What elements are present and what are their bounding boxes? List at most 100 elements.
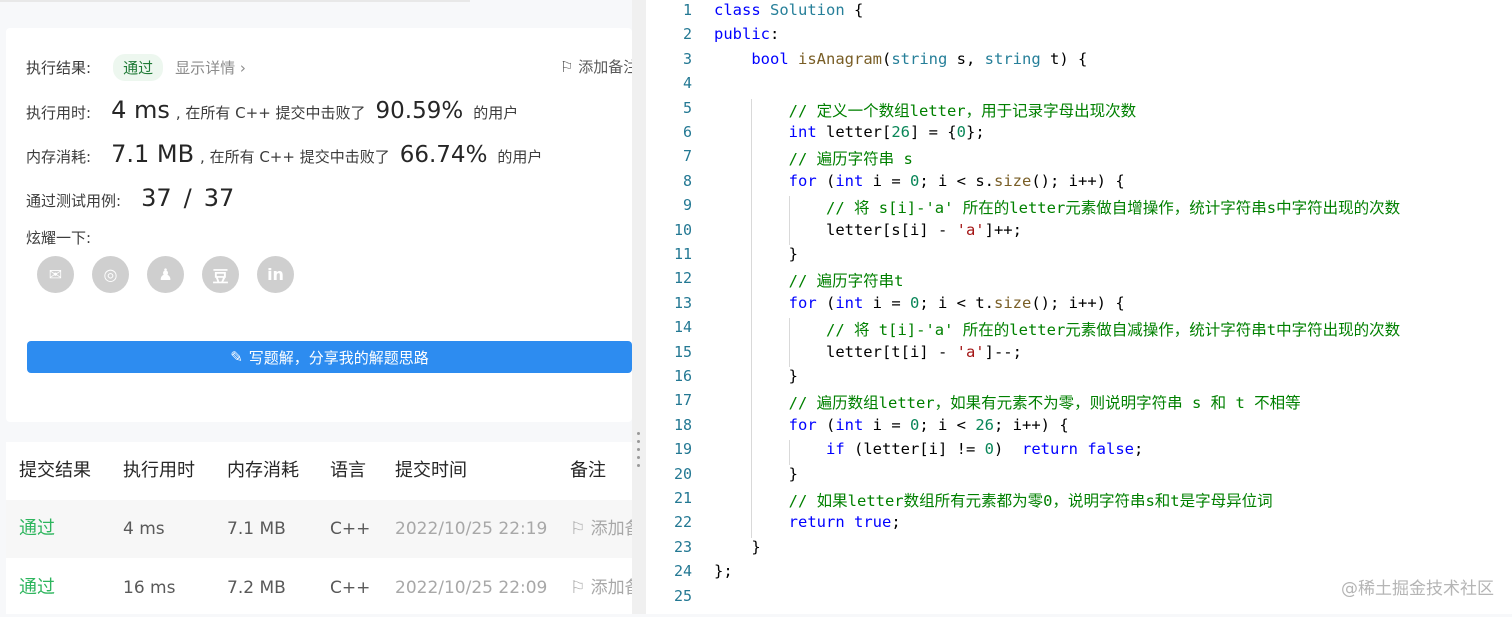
runtime-value: 4 ms <box>111 96 170 124</box>
share-row: 炫耀一下: <box>26 227 91 248</box>
drag-handle-icon <box>637 432 641 472</box>
result-label: 执行结果: <box>26 59 92 77</box>
linkedin-icon[interactable]: in <box>257 256 294 293</box>
row-runtime: 4 ms <box>123 519 165 539</box>
line-number: 6 <box>682 123 692 141</box>
table-row[interactable]: 通过 4 ms 7.1 MB C++ 2022/10/25 22:19 ⚐ 添加… <box>6 500 632 558</box>
result-panel: 执行结果: 通过 显示详情 › ⚐ 添加备注 执行用时: 4 ms , 在所有 … <box>0 0 632 614</box>
pencil-icon: ✎ <box>230 348 243 366</box>
line-number: 3 <box>682 49 692 68</box>
line-number: 15 <box>673 342 692 361</box>
testcases-row: 通过测试用例: 37 / 37 <box>26 184 234 212</box>
testcases-total: 37 <box>203 184 235 212</box>
code-line: // 将 s[i]-'a' 所在的letter元素做自增操作，统计字符串s中字符… <box>825 199 1401 218</box>
code-line: letter[t[i] - 'a']--; <box>714 342 1022 361</box>
panel-resize-handle[interactable] <box>632 0 646 614</box>
code-line: } <box>714 464 798 483</box>
memory-percent: 66.74% <box>399 142 488 168</box>
row-add-note-label: 添加备注 <box>590 578 632 598</box>
add-note-label: 添加备注 <box>578 58 632 76</box>
line-number: 19 <box>673 440 692 459</box>
row-add-note[interactable]: ⚐ 添加备注 <box>570 500 632 558</box>
memory-beat-text: , 在所有 C++ 提交中击败了 <box>200 148 390 166</box>
line-number: 25 <box>673 586 692 605</box>
wechat-icon[interactable]: ✉ <box>37 256 74 293</box>
flag-icon: ⚐ <box>570 578 591 598</box>
line-number: 18 <box>673 415 692 434</box>
code-line: }; <box>714 562 733 581</box>
memory-label: 内存消耗: <box>26 148 92 166</box>
row-language: C++ <box>330 578 371 598</box>
code-line: for (int i = 0; i < s.size(); i++) { <box>788 171 1125 190</box>
testcases-passed: 37 <box>141 184 172 212</box>
line-number: 22 <box>673 513 692 532</box>
row-memory: 7.2 MB <box>227 578 286 598</box>
result-card: 执行结果: 通过 显示详情 › ⚐ 添加备注 执行用时: 4 ms , 在所有 … <box>6 28 632 422</box>
status-badge: 通过 <box>113 54 164 81</box>
header-language: 语言 <box>330 460 366 481</box>
line-number: 5 <box>682 98 692 117</box>
flag-icon: ⚐ <box>560 58 579 76</box>
line-number: 2 <box>682 25 692 44</box>
table-row[interactable]: 通过 16 ms 7.2 MB C++ 2022/10/25 22:09 ⚐ 添… <box>6 559 632 617</box>
memory-row: 内存消耗: 7.1 MB , 在所有 C++ 提交中击败了 66.74% 的用户 <box>26 140 542 168</box>
submissions-table: 提交结果 执行用时 内存消耗 语言 提交时间 备注 通过 4 ms 7.1 MB… <box>6 442 632 614</box>
line-number: 20 <box>673 464 692 483</box>
line-number: 17 <box>673 391 692 410</box>
douban-icon[interactable]: 豆 <box>202 256 239 293</box>
runtime-label: 执行用时: <box>26 104 92 122</box>
code-line: // 如果letter数组所有元素都为零0，说明字符串s和t是字母异位词 <box>788 492 1273 510</box>
row-result[interactable]: 通过 <box>19 500 55 558</box>
show-details-link[interactable]: 显示详情 › <box>175 57 246 78</box>
header-memory: 内存消耗 <box>227 460 299 481</box>
line-number: 8 <box>682 171 692 190</box>
code-line: // 将 t[i]-'a' 所在的letter元素做自减操作，统计字符串t中字符… <box>825 321 1401 340</box>
line-number: 7 <box>682 147 692 166</box>
header-runtime: 执行用时 <box>123 460 195 481</box>
header-result: 提交结果 <box>19 460 91 481</box>
line-number: 24 <box>673 562 692 581</box>
memory-value: 7.1 MB <box>111 140 195 168</box>
weibo-icon[interactable]: ◎ <box>92 256 129 293</box>
code-line: } <box>714 537 761 556</box>
code-line: for (int i = 0; i < t.size(); i++) { <box>788 293 1125 312</box>
row-language: C++ <box>330 519 371 539</box>
code-line: class Solution { <box>714 1 864 19</box>
header-submit-time: 提交时间 <box>395 460 467 481</box>
testcases-label: 通过测试用例: <box>26 192 122 210</box>
row-result[interactable]: 通过 <box>19 559 55 617</box>
top-divider <box>0 0 470 2</box>
write-solution-button[interactable]: ✎ 写题解，分享我的解题思路 <box>27 341 632 373</box>
code-line: public: <box>714 25 780 44</box>
line-number: 12 <box>673 269 692 288</box>
code-line: } <box>714 367 798 385</box>
code-line: } <box>714 245 798 263</box>
line-number: 1 <box>682 1 692 19</box>
line-number: 14 <box>673 318 692 337</box>
code-line: int letter[26] = {0}; <box>788 123 985 141</box>
qq-icon[interactable]: ♟ <box>147 256 184 293</box>
line-number: 4 <box>682 74 692 93</box>
code-line: // 遍历字符串t <box>788 272 904 291</box>
row-submit-time: 2022/10/25 22:09 <box>395 578 548 598</box>
line-number: 23 <box>673 537 692 556</box>
memory-suffix: 的用户 <box>497 148 543 166</box>
row-add-note-label: 添加备注 <box>590 519 632 539</box>
code-editor[interactable]: 1 class Solution {2 public: 3 bool isAnagra… <box>646 0 1512 614</box>
line-number: 16 <box>673 367 692 385</box>
code-line: return true; <box>788 513 901 532</box>
row-runtime: 16 ms <box>123 578 176 598</box>
code-line: if (letter[i] != 0) return false; <box>825 440 1144 459</box>
line-number: 9 <box>682 196 692 215</box>
testcases-sep: / <box>183 184 192 212</box>
flag-icon: ⚐ <box>570 519 591 539</box>
line-number: 13 <box>673 293 692 312</box>
watermark: @稀土掘金技术社区 <box>1341 579 1494 599</box>
code-line: // 遍历数组letter，如果有元素不为零，则说明字符串 s 和 t 不相等 <box>788 394 1301 413</box>
result-row: 执行结果: 通过 显示详情 › <box>26 54 246 81</box>
runtime-row: 执行用时: 4 ms , 在所有 C++ 提交中击败了 90.59% 的用户 <box>26 96 518 124</box>
line-number: 10 <box>673 220 692 239</box>
add-note-button[interactable]: ⚐ 添加备注 <box>560 56 632 77</box>
row-add-note[interactable]: ⚐ 添加备注 <box>570 559 632 617</box>
write-solution-label: 写题解，分享我的解题思路 <box>248 348 429 367</box>
